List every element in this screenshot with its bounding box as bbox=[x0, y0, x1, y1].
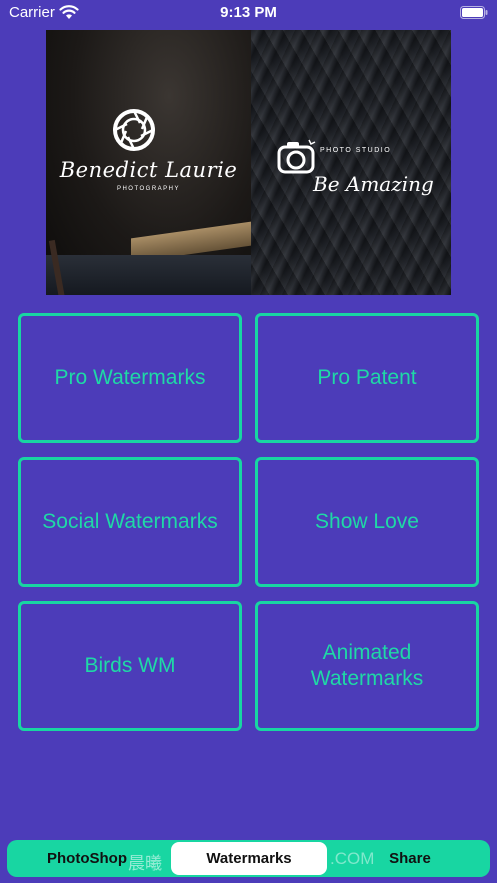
left-logo-subtitle: PHOTOGRAPHY bbox=[116, 186, 181, 192]
banner-image: Benedict Laurie PHOTOGRAPHY PHOTO STUDIO… bbox=[46, 30, 451, 295]
tab-bar: PhotoShop Watermarks Share bbox=[7, 840, 490, 877]
tab-share-label: Share bbox=[389, 850, 431, 867]
status-bar: Carrier 9:13 PM bbox=[0, 0, 497, 26]
banner-left-panel: Benedict Laurie PHOTOGRAPHY bbox=[46, 30, 251, 295]
status-time: 9:13 PM bbox=[220, 4, 277, 21]
birds-wm-label: Birds WM bbox=[84, 654, 176, 677]
social-watermarks-button[interactable]: Social Watermarks bbox=[18, 457, 242, 587]
pro-watermarks-label: Pro Watermarks bbox=[54, 366, 206, 389]
tab-share[interactable]: Share bbox=[357, 840, 463, 877]
battery-icon bbox=[460, 6, 488, 19]
left-logo-name: Benedict Laurie bbox=[59, 158, 238, 182]
right-logo-subtitle: PHOTO STUDIO bbox=[320, 147, 392, 154]
show-love-label: Show Love bbox=[315, 510, 419, 533]
camera-icon bbox=[277, 139, 316, 174]
animated-watermarks-label: Animated Watermarks bbox=[310, 641, 424, 690]
desk-decoration bbox=[46, 255, 251, 295]
tab-watermarks-label: Watermarks bbox=[206, 850, 292, 867]
birds-wm-button[interactable]: Birds WM bbox=[18, 601, 242, 731]
banner-right-panel: PHOTO STUDIO Be Amazing bbox=[251, 30, 451, 295]
right-logo-name: Be Amazing bbox=[313, 172, 434, 196]
pro-patent-button[interactable]: Pro Patent bbox=[255, 313, 479, 443]
aperture-icon bbox=[113, 109, 155, 151]
pro-watermarks-button[interactable]: Pro Watermarks bbox=[18, 313, 242, 443]
tab-photoshop[interactable]: PhotoShop bbox=[27, 840, 147, 877]
social-watermarks-label: Social Watermarks bbox=[42, 510, 218, 533]
show-love-button[interactable]: Show Love bbox=[255, 457, 479, 587]
pro-patent-label: Pro Patent bbox=[317, 366, 417, 389]
tab-watermarks[interactable]: Watermarks bbox=[171, 842, 327, 875]
animated-watermarks-button[interactable]: Animated Watermarks bbox=[255, 601, 479, 731]
tab-photoshop-label: PhotoShop bbox=[47, 850, 127, 867]
